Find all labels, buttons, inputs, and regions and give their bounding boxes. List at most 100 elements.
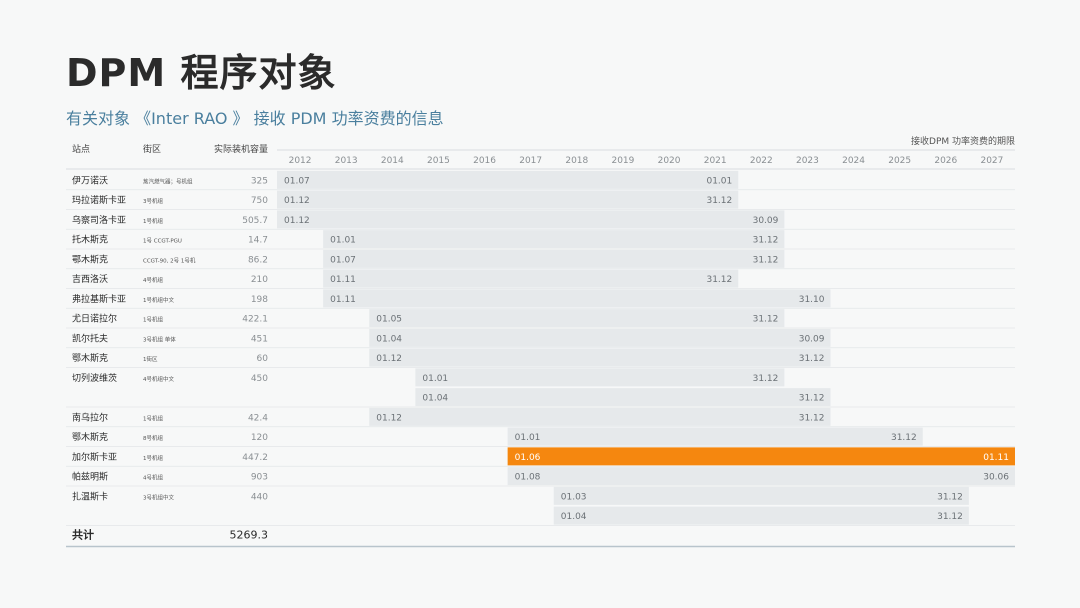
bar-end-label: 30.09: [753, 216, 779, 226]
station-name: 玛拉诺斯卡亚: [72, 194, 126, 206]
bar-end-label: 31.12: [706, 275, 732, 285]
unit-label: 4号机组: [143, 474, 163, 482]
total-value: 5269.3: [230, 529, 269, 542]
gantt-bar: [369, 348, 831, 367]
gantt-bar-highlight: [507, 447, 1015, 466]
bar-end-label: 31.12: [891, 433, 917, 443]
unit-label: 1号机组中文: [143, 296, 174, 304]
station-name: 尤日诺拉尔: [72, 313, 117, 325]
bar-end-label: 31.12: [799, 394, 825, 404]
bar-start-label: 01.12: [376, 354, 402, 364]
unit-label: 3号机组: [143, 197, 163, 205]
column-header-station: 站点: [72, 143, 90, 155]
year-tick-label: 2013: [335, 156, 358, 166]
bar-start-label: 01.07: [330, 255, 356, 265]
gantt-bar: [369, 309, 785, 328]
capacity-value: 120: [251, 433, 268, 443]
capacity-value: 210: [251, 275, 268, 285]
bar-start-label: 01.11: [330, 295, 356, 305]
unit-label: 1号机组: [143, 454, 163, 462]
year-tick-label: 2024: [842, 156, 865, 166]
period-label: 接收DPM 功率资费的期限: [911, 135, 1015, 147]
unit-label: 4号机组中文: [143, 375, 174, 383]
capacity-value: 440: [251, 492, 268, 502]
unit-label: 4号机组: [143, 276, 163, 284]
year-tick-label: 2015: [427, 156, 450, 166]
year-tick-label: 2026: [934, 156, 957, 166]
bar-end-label: 31.12: [753, 315, 779, 325]
bar-start-label: 01.07: [284, 176, 310, 186]
unit-label: 1号机组: [143, 414, 163, 422]
gantt-bar: [415, 368, 785, 387]
year-tick-label: 2021: [704, 156, 727, 166]
capacity-value: 86.2: [248, 255, 268, 265]
station-name: 鄂木斯克: [72, 253, 108, 265]
gantt-bar: [369, 328, 831, 347]
station-name: 帕兹明斯: [72, 471, 108, 483]
gantt-bar: [277, 210, 785, 229]
capacity-value: 450: [251, 374, 268, 384]
capacity-value: 750: [251, 196, 268, 206]
gantt-bar: [323, 249, 785, 268]
bar-start-label: 01.06: [515, 453, 541, 463]
bar-end-label: 31.10: [799, 295, 825, 305]
capacity-value: 42.4: [248, 413, 268, 423]
capacity-value: 60: [257, 354, 269, 364]
station-name: 南乌拉尔: [72, 411, 108, 423]
capacity-value: 14.7: [248, 236, 268, 246]
unit-label: 3号机组 单体: [143, 335, 176, 343]
station-name: 鄂木斯克: [72, 431, 108, 443]
year-tick-label: 2017: [519, 156, 542, 166]
capacity-value: 903: [251, 473, 268, 483]
capacity-value: 451: [251, 334, 268, 344]
capacity-value: 447.2: [242, 453, 268, 463]
bar-end-label: 31.12: [753, 236, 779, 246]
gantt-bar: [323, 289, 831, 308]
bar-end-label: 31.12: [753, 255, 779, 265]
bar-start-label: 01.12: [376, 413, 402, 423]
gantt-bar: [507, 427, 923, 446]
year-tick-label: 2023: [796, 156, 819, 166]
year-tick-label: 2020: [658, 156, 681, 166]
bar-start-label: 01.12: [284, 196, 310, 206]
capacity-value: 325: [251, 176, 268, 186]
gantt-bar: [323, 230, 785, 249]
gantt-bar: [323, 269, 739, 288]
station-name: 扎温斯卡: [72, 490, 108, 502]
gantt-bar: [277, 170, 739, 189]
column-header-capacity: 实际装机容量: [214, 143, 268, 155]
bar-start-label: 01.01: [422, 374, 448, 384]
bar-start-label: 01.04: [376, 334, 402, 344]
bar-end-label: 30.09: [799, 334, 825, 344]
year-tick-label: 2016: [473, 156, 496, 166]
unit-label: 3号机组中文: [143, 493, 174, 501]
bar-end-label: 31.12: [799, 354, 825, 364]
capacity-value: 505.7: [242, 216, 268, 226]
station-name: 吉西洛沃: [72, 273, 108, 285]
station-name: 切列波维茨: [72, 372, 117, 384]
bar-end-label: 31.12: [799, 413, 825, 423]
bar-start-label: 01.12: [284, 216, 310, 226]
gantt-bar: [553, 486, 969, 505]
bar-end-label: 31.12: [753, 374, 779, 384]
bar-end-label: 31.12: [706, 196, 732, 206]
bar-end-label: 31.12: [937, 512, 963, 522]
station-name: 乌察司洛卡亚: [72, 214, 126, 226]
station-name: 加尔斯卡亚: [72, 451, 117, 463]
unit-label: 1号 CCGT-PGU: [143, 238, 182, 245]
capacity-value: 422.1: [242, 315, 268, 325]
gantt-bar: [415, 388, 831, 407]
bar-end-label: 01.11: [983, 453, 1009, 463]
bar-end-label: 31.12: [937, 492, 963, 502]
unit-label: 蒸汽燃气器；号机组: [143, 177, 193, 185]
unit-label: 1街区: [143, 355, 158, 363]
year-tick-label: 2018: [565, 156, 588, 166]
station-name: 鄂木斯克: [72, 352, 108, 364]
year-tick-label: 2027: [980, 156, 1003, 166]
total-label: 共计: [72, 528, 94, 542]
gantt-bar: [369, 407, 831, 426]
bar-start-label: 01.04: [422, 394, 448, 404]
gantt-bar: [507, 467, 1015, 486]
unit-label: CCGT-90, 2号 1号机: [143, 256, 196, 264]
station-name: 托木斯克: [72, 234, 108, 246]
